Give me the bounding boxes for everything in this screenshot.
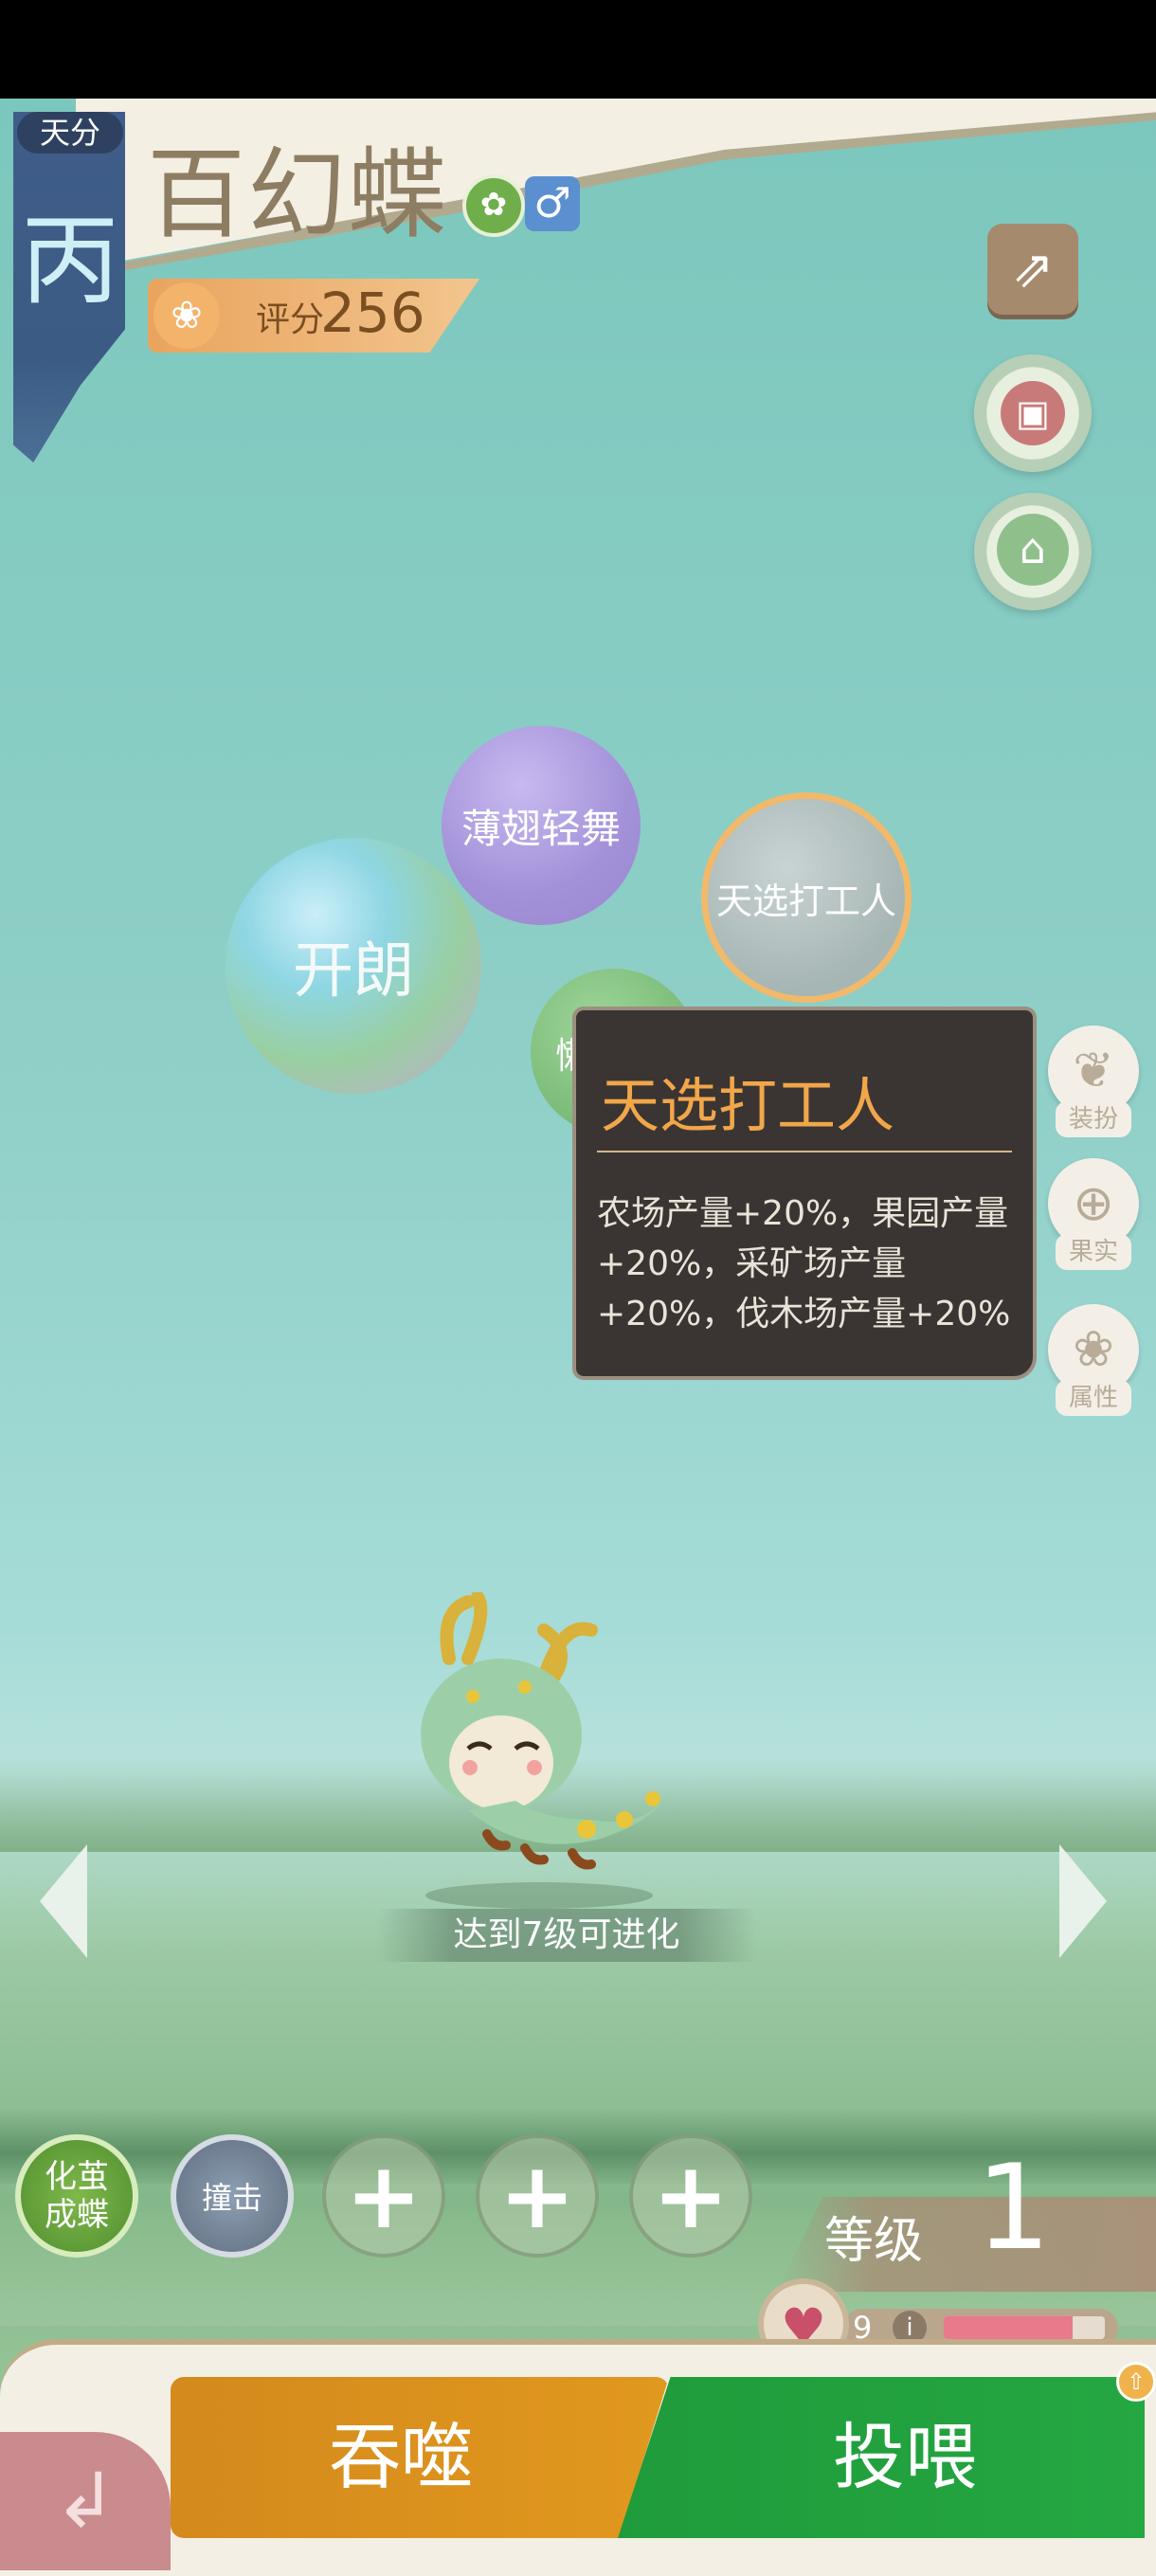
pet-name: 百幻蝶 (147, 136, 449, 252)
return-button[interactable]: ↲ (0, 2432, 171, 2570)
tab-label: 装扮 (1056, 1101, 1131, 1137)
return-icon: ↲ (53, 2457, 117, 2545)
trait-bubble-selected[interactable]: 天选打工人 (701, 792, 912, 1003)
trait-bubble[interactable]: 开朗 (226, 838, 481, 1094)
plus-icon: + (652, 2143, 730, 2249)
grade-value: 丙 (20, 203, 119, 318)
paw-icon: ❀ (154, 282, 220, 349)
trait-label: 开朗 (293, 936, 414, 1007)
leaf-element-icon: ✿ (462, 174, 525, 237)
tooltip-description: 农场产量+20%，果园产量+20%，采矿场产量+20%，伐木场产量+20% (597, 1194, 1011, 1333)
level-label: 等级 (824, 2213, 924, 2270)
tab-attributes[interactable]: ❀ 属性 (1042, 1304, 1143, 1418)
tooltip-divider (597, 1151, 1012, 1152)
grade-label: 天分 (17, 112, 123, 154)
share-button[interactable]: ⇗ (987, 224, 1078, 315)
caterpillar-creature[interactable] (383, 1592, 695, 1914)
tooltip-title: 天选打工人 (601, 1071, 895, 1140)
affinity-row[interactable]: ♥ 9 i (758, 2278, 1156, 2369)
lock-icon: ▣ (1001, 381, 1065, 445)
male-gender-icon: ♂ (525, 176, 580, 231)
share-icon: ⇗ (1011, 239, 1055, 299)
score-label: 评分 (256, 300, 325, 339)
empty-skill-slot[interactable]: + (629, 2134, 752, 2258)
skill-label: 化茧成蝶 (45, 2158, 109, 2234)
feed-button[interactable]: 投喂 (618, 2377, 1145, 2538)
next-pet-arrow-icon[interactable] (1059, 1844, 1107, 1958)
upgrade-badge-icon: ⇧ (1116, 2362, 1156, 2402)
tab-dress-up[interactable]: ❦ 装扮 (1042, 1025, 1143, 1139)
level-value: 1 (976, 2140, 1051, 2277)
skill-strike[interactable]: 撞击 (171, 2134, 294, 2258)
skill-label: 撞击 (201, 2180, 262, 2216)
trait-label: 天选打工人 (715, 880, 896, 922)
trait-bubble[interactable]: 薄翅轻舞 (442, 726, 641, 925)
affinity-progress-bar (944, 2316, 1105, 2339)
skill-evolve[interactable]: 化茧成蝶 (15, 2134, 138, 2258)
tab-fruit[interactable]: ⊕ 果实 (1042, 1158, 1143, 1272)
trait-label: 薄翅轻舞 (461, 805, 621, 852)
lock-button[interactable]: ▣ (974, 354, 1092, 472)
affinity-progress-fill (944, 2316, 1073, 2339)
empty-skill-slot[interactable]: + (476, 2134, 599, 2258)
devour-button[interactable]: 吞噬 (171, 2377, 669, 2538)
prev-pet-arrow-icon[interactable] (40, 1844, 87, 1958)
trait-tooltip: 天选打工人 农场产量+20%，果园产量+20%，采矿场产量+20%，伐木场产量+… (572, 1007, 1037, 1380)
plus-icon: + (345, 2143, 423, 2249)
score-value: 256 (320, 281, 425, 345)
tab-label: 果实 (1056, 1234, 1131, 1270)
plus-icon: + (498, 2143, 576, 2249)
tab-label: 属性 (1056, 1380, 1131, 1416)
house-button[interactable]: ⌂ (974, 493, 1092, 610)
evolve-hint: 达到7级可进化 (377, 1909, 756, 1962)
empty-skill-slot[interactable]: + (322, 2134, 445, 2258)
house-icon: ⌂ (997, 514, 1069, 586)
